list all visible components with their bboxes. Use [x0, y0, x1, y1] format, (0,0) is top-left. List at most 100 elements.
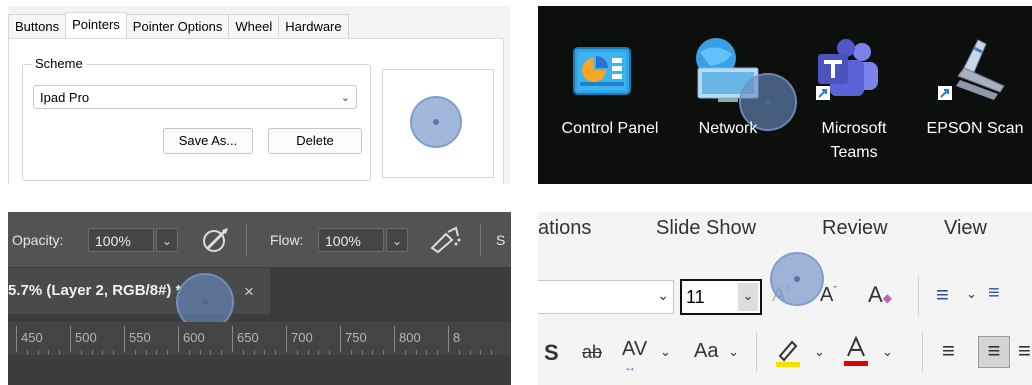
spacing-arrows-icon: ↔: [624, 360, 636, 374]
ruler-minor-tick: [329, 350, 331, 355]
chevron-down-icon[interactable]: ⌄: [660, 344, 671, 360]
ruler-minor-tick: [469, 350, 471, 355]
chevron-down-icon: ⌄: [657, 287, 669, 303]
pointer-preview: [382, 69, 494, 178]
ruler-tick-line: [16, 326, 17, 352]
opacity-input[interactable]: 100%: [88, 228, 154, 252]
flow-input[interactable]: 100%: [318, 228, 384, 252]
ruler-minor-tick: [156, 350, 158, 355]
numbering-icon[interactable]: ≡: [988, 282, 1000, 305]
ruler-minor-tick: [59, 350, 61, 355]
airbrush-icon[interactable]: [428, 226, 462, 254]
ruler-tick-line: [394, 326, 395, 352]
delete-button[interactable]: Delete: [268, 128, 362, 154]
flow-dropdown[interactable]: ⌄: [386, 228, 408, 252]
ruler-tick-line: [124, 326, 125, 352]
ribbon-divider: [918, 276, 919, 316]
ruler-tick-line: [232, 326, 233, 352]
toolbar-divider: [246, 224, 247, 256]
menu-slide-show[interactable]: Slide Show: [656, 217, 756, 240]
tab-buttons[interactable]: Buttons: [8, 14, 67, 39]
mouse-properties-panel: Buttons Pointers Pointer Options Wheel H…: [8, 6, 510, 184]
shadow-icon[interactable]: S: [544, 340, 559, 366]
chevron-down-icon[interactable]: ⌄: [814, 344, 825, 360]
pointers-tab-body: Scheme Ipad Pro ⌄ Save As... Delete: [8, 38, 504, 184]
save-as-button[interactable]: Save As...: [163, 128, 253, 154]
ruler-minor-tick: [458, 350, 460, 355]
ruler-minor-tick: [37, 350, 39, 355]
ruler-tick-label: 750: [345, 330, 367, 345]
ruler-minor-tick: [102, 350, 104, 355]
ruler-minor-tick: [113, 350, 115, 355]
align-center-button[interactable]: ≡: [978, 336, 1010, 368]
ruler-minor-tick: [221, 350, 223, 355]
opacity-dropdown[interactable]: ⌄: [156, 228, 178, 252]
epson-scan-icon[interactable]: [938, 36, 1010, 106]
circle-cursor-icon: [410, 96, 462, 148]
menu-review[interactable]: Review: [822, 217, 888, 240]
ruler-minor-tick: [275, 350, 277, 355]
document-tab-label: 5.7% (Layer 2, RGB/8#) *: [8, 282, 182, 299]
font-size-select[interactable]: 11 ⌄: [680, 279, 762, 315]
ruler-tick-label: 550: [129, 330, 151, 345]
circle-cursor-icon: [770, 252, 824, 306]
control-panel-label: Control Panel: [561, 120, 659, 137]
scheme-group: Scheme Ipad Pro ⌄ Save As... Delete: [22, 56, 371, 181]
ruler-minor-tick: [26, 350, 28, 355]
ruler-minor-tick: [361, 350, 363, 355]
close-icon[interactable]: ×: [244, 282, 254, 302]
ruler-minor-tick: [199, 350, 201, 355]
tab-pointers[interactable]: Pointers: [65, 12, 127, 41]
ruler-minor-tick: [318, 350, 320, 355]
tab-hardware[interactable]: Hardware: [278, 14, 349, 39]
ruler-minor-tick: [480, 350, 482, 355]
scheme-select-value: Ipad Pro: [40, 90, 90, 105]
ruler-minor-tick: [48, 350, 50, 355]
change-case-icon[interactable]: Aa: [694, 340, 718, 363]
epson-scan-label: EPSON Scan: [926, 120, 1024, 137]
character-spacing-icon[interactable]: AV: [622, 338, 647, 361]
font-color-icon[interactable]: [842, 334, 870, 368]
ruler-tick-label: 800: [399, 330, 421, 345]
mouse-tabs: Buttons Pointers Pointer Options Wheel H…: [8, 12, 349, 41]
ruler-minor-tick: [372, 350, 374, 355]
ruler-minor-tick: [307, 350, 309, 355]
font-size-value: 11: [686, 287, 705, 307]
toolbar-trailing-text: S: [496, 232, 506, 248]
chevron-down-icon[interactable]: ⌄: [966, 286, 977, 302]
font-name-select[interactable]: ⌄: [538, 280, 674, 314]
clear-formatting-icon[interactable]: A◆: [868, 282, 892, 308]
chevron-down-icon[interactable]: ⌄: [738, 283, 758, 311]
menu-animations[interactable]: ations: [538, 217, 591, 240]
scheme-label: Scheme: [32, 56, 86, 71]
control-panel-icon[interactable]: [572, 44, 634, 102]
powerpoint-panel: ations Slide Show Review View ⌄ 11 ⌄ A^ …: [538, 212, 1032, 385]
bullets-icon[interactable]: ≡: [936, 282, 949, 308]
ruler-minor-tick: [91, 350, 93, 355]
ribbon-divider: [756, 332, 757, 372]
align-right-icon[interactable]: ≡: [1018, 338, 1031, 364]
ruler-minor-tick: [210, 350, 212, 355]
airbrush-pressure-icon[interactable]: [200, 226, 232, 254]
tab-pointer-options[interactable]: Pointer Options: [125, 14, 230, 39]
ruler-minor-tick: [145, 350, 147, 355]
ruler-minor-tick: [426, 350, 428, 355]
highlight-color-icon[interactable]: [774, 336, 802, 368]
desktop-panel: Control Panel Network Microsoft Teams EP…: [538, 6, 1032, 184]
ruler-tick-label: 500: [75, 330, 97, 345]
strikethrough-icon[interactable]: ab: [582, 342, 602, 363]
align-left-icon[interactable]: ≡: [942, 338, 955, 364]
chevron-down-icon[interactable]: ⌄: [882, 344, 893, 360]
ruler-tick-label: 450: [21, 330, 43, 345]
menu-view[interactable]: View: [944, 217, 987, 240]
ruler-minor-tick: [134, 350, 136, 355]
flow-label: Flow:: [270, 232, 304, 248]
chevron-down-icon[interactable]: ⌄: [728, 344, 739, 360]
ruler-minor-tick: [80, 350, 82, 355]
microsoft-teams-icon[interactable]: [816, 38, 882, 102]
ruler-tick-label: 600: [183, 330, 205, 345]
ruler-minor-tick: [404, 350, 406, 355]
scheme-select[interactable]: Ipad Pro ⌄: [33, 85, 357, 109]
microsoft-teams-label-line2: Teams: [830, 144, 878, 161]
tab-wheel[interactable]: Wheel: [228, 14, 280, 39]
